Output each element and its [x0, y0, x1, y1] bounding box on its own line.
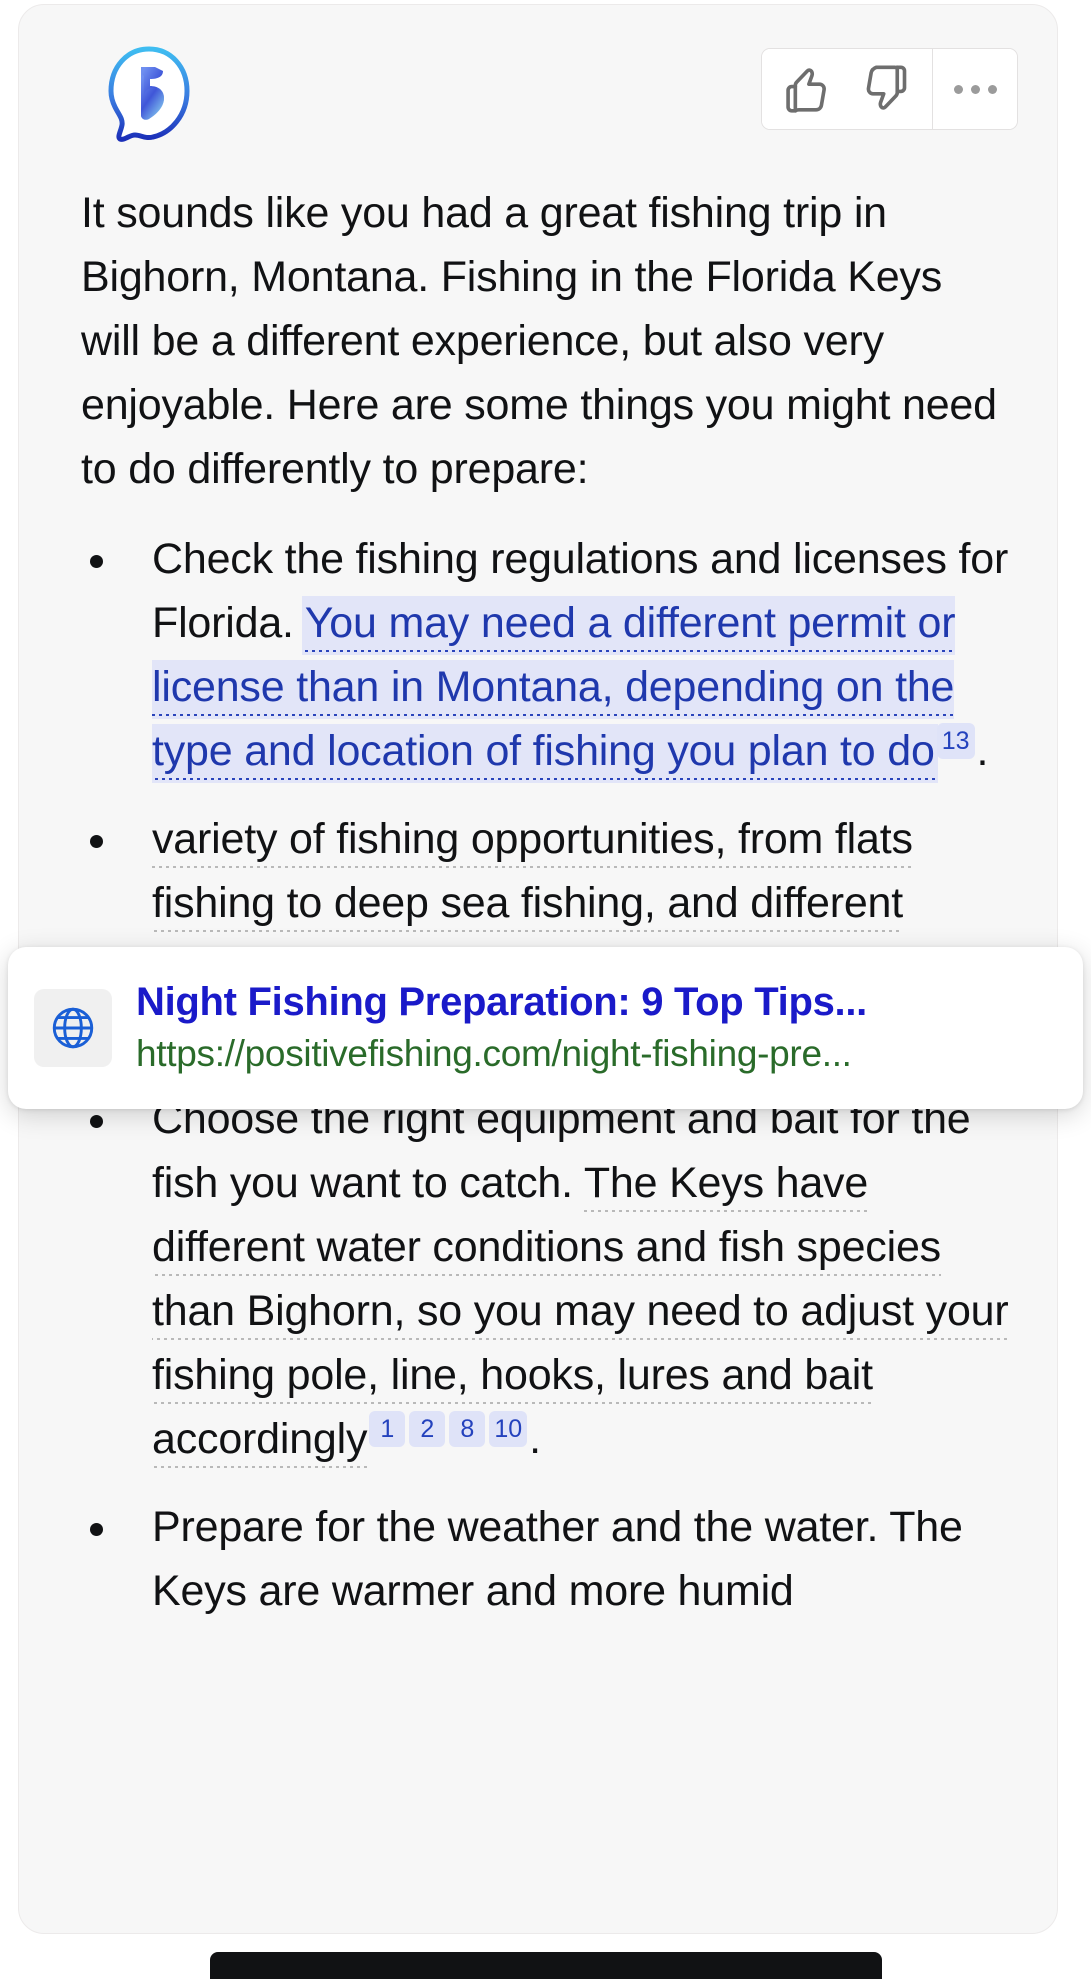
- home-indicator: [209, 1952, 882, 1979]
- citation-chip[interactable]: 1: [369, 1411, 406, 1447]
- bullet-lead-text: Prepare for the weather and the water. T…: [152, 1503, 963, 1615]
- message-body: It sounds like you had a great fishing t…: [19, 181, 1057, 1647]
- list-item: Check the fishing regulations and licens…: [57, 527, 1021, 783]
- link-preview-url[interactable]: https://positivefishing.com/night-fishin…: [136, 1028, 1057, 1080]
- more-options-icon[interactable]: [932, 49, 1017, 129]
- device-home-bar: [0, 1952, 1091, 1979]
- link-preview-tooltip[interactable]: Night Fishing Preparation: 9 Top Tips...…: [8, 947, 1083, 1109]
- screen: It sounds like you had a great fishing t…: [0, 0, 1091, 1979]
- citation-chip[interactable]: 8: [449, 1411, 486, 1447]
- thumbs-up-icon[interactable]: [762, 49, 847, 129]
- citation-chip[interactable]: 2: [409, 1411, 446, 1447]
- intro-paragraph: It sounds like you had a great fishing t…: [81, 189, 997, 493]
- globe-icon: [34, 989, 112, 1067]
- bullet-tail-text: .: [976, 727, 989, 775]
- feedback-action-group: [761, 48, 1018, 130]
- link-preview-text: Night Fishing Preparation: 9 Top Tips...…: [136, 976, 1057, 1080]
- message-header: [19, 5, 1057, 175]
- list-item: Choose the right equipment and bait for …: [57, 1087, 1021, 1471]
- citation-chip[interactable]: 13: [936, 723, 975, 759]
- bullet-tail-text: .: [529, 1415, 541, 1463]
- bing-chat-logo: [97, 43, 201, 147]
- list-item: Prepare for the weather and the water. T…: [57, 1495, 1021, 1623]
- link-preview-title[interactable]: Night Fishing Preparation: 9 Top Tips...: [136, 976, 1057, 1028]
- citation-chip[interactable]: 10: [489, 1411, 528, 1447]
- ellipsis-dots: [953, 84, 997, 94]
- thumbs-down-icon[interactable]: [847, 49, 932, 129]
